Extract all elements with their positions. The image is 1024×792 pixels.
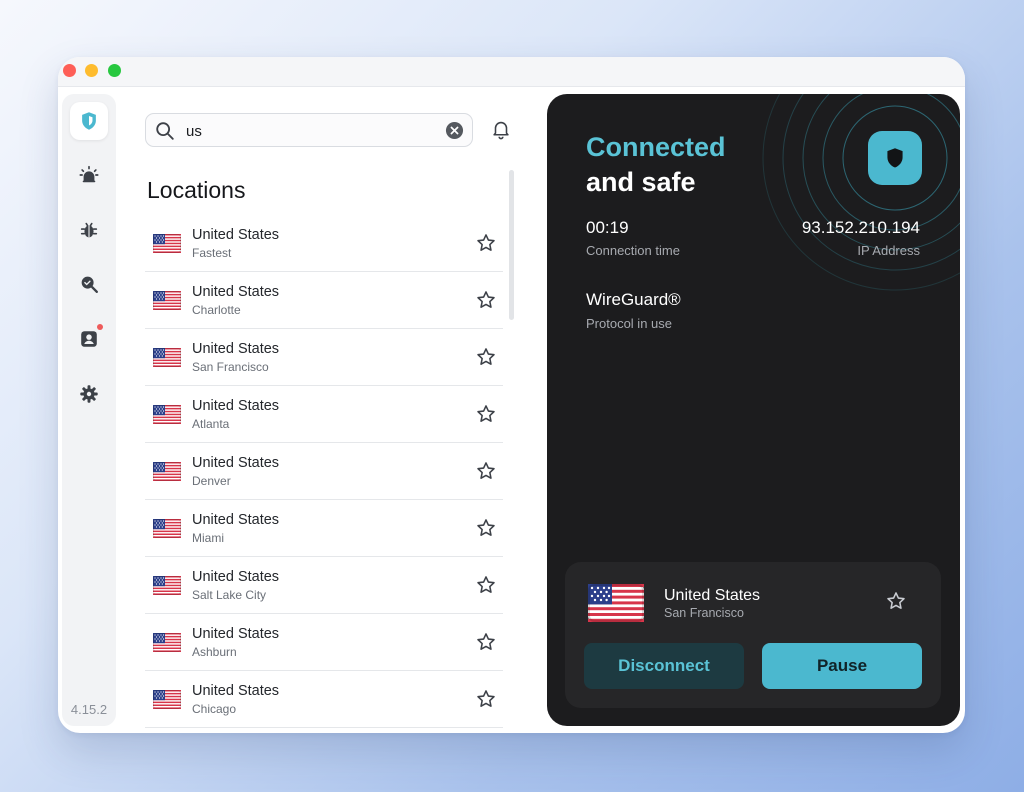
list-scrollbar[interactable]	[509, 170, 514, 320]
sidebar-item-vpn[interactable]	[70, 102, 108, 140]
connection-panel: Connected and safe 00:19 Connection time…	[547, 94, 960, 726]
sidebar-item-alerts[interactable]	[70, 156, 108, 194]
current-location-card: United States San Francisco Disconnect P…	[565, 562, 941, 708]
location-city: Denver	[192, 474, 231, 488]
star-icon[interactable]	[475, 460, 497, 482]
ip-address-label: IP Address	[857, 243, 920, 258]
location-row[interactable]: United States Charlotte	[145, 272, 503, 329]
ip-address-value: 93.152.210.194	[801, 218, 920, 237]
star-icon[interactable]	[475, 631, 497, 653]
location-city: Fastest	[192, 246, 232, 260]
us-flag-icon	[153, 633, 181, 652]
location-country: United States	[192, 683, 280, 699]
us-flag-icon	[153, 519, 181, 538]
location-row[interactable]: United States San Francisco	[145, 329, 503, 386]
location-row[interactable]: United States Chicago	[145, 671, 503, 728]
connection-status-line2: and safe	[586, 167, 696, 197]
location-search	[145, 113, 473, 147]
location-row[interactable]: United States Fastest	[145, 215, 503, 272]
location-row[interactable]: United States Atlanta	[145, 386, 503, 443]
us-flag-icon	[153, 234, 181, 253]
location-country: United States	[192, 569, 280, 585]
pause-button[interactable]: Pause	[762, 643, 922, 689]
bell-icon[interactable]	[490, 118, 512, 140]
alarm-icon	[79, 165, 99, 183]
search-icon	[156, 122, 174, 140]
star-icon[interactable]	[475, 517, 497, 539]
shield-icon	[887, 148, 903, 168]
location-country: United States	[192, 284, 280, 300]
current-country: United States	[664, 587, 761, 604]
star-icon[interactable]	[475, 688, 497, 710]
shield-icon	[82, 112, 96, 130]
us-flag-icon	[153, 348, 181, 367]
current-city: San Francisco	[664, 606, 744, 620]
star-icon[interactable]	[475, 346, 497, 368]
location-country: United States	[192, 455, 280, 471]
location-city: Charlotte	[192, 303, 241, 317]
title-bar	[58, 57, 965, 87]
star-icon[interactable]	[885, 590, 907, 612]
zoom-window-button[interactable]	[108, 64, 121, 77]
location-row[interactable]: United States Ashburn	[145, 614, 503, 671]
connection-time-value: 00:19	[586, 218, 629, 237]
location-city: Ashburn	[192, 645, 237, 659]
clear-search-icon[interactable]	[445, 121, 464, 140]
gear-icon	[80, 385, 98, 403]
location-country: United States	[192, 512, 280, 528]
connection-status-line1: Connected	[586, 132, 726, 162]
locations-heading: Locations	[147, 177, 246, 203]
account-icon	[81, 331, 97, 347]
location-country: United States	[192, 227, 280, 243]
location-row[interactable]: United States Salt Lake City	[145, 557, 503, 614]
location-country: United States	[192, 341, 280, 357]
us-flag-icon	[153, 462, 181, 481]
location-row[interactable]: United States Miami	[145, 500, 503, 557]
sidebar: 4.15.2	[62, 94, 116, 726]
location-country: United States	[192, 626, 280, 642]
star-icon[interactable]	[475, 232, 497, 254]
app-window: 4.15.2 Locations United States Fastest U…	[58, 57, 965, 733]
notification-badge	[97, 324, 103, 330]
location-country: United States	[192, 398, 280, 414]
star-icon[interactable]	[475, 403, 497, 425]
connection-time-label: Connection time	[586, 243, 680, 258]
us-flag-icon	[153, 576, 181, 595]
sidebar-item-settings[interactable]	[70, 375, 108, 413]
location-city: Miami	[192, 531, 224, 545]
protocol-label: Protocol in use	[586, 316, 672, 331]
location-city: San Francisco	[192, 360, 269, 374]
star-icon[interactable]	[475, 289, 497, 311]
us-flag-icon	[588, 584, 644, 622]
sidebar-item-threat-protection[interactable]	[70, 211, 108, 249]
close-window-button[interactable]	[63, 64, 76, 77]
star-icon[interactable]	[475, 574, 497, 596]
location-city: Chicago	[192, 702, 237, 716]
us-flag-icon	[153, 405, 181, 424]
location-city: Atlanta	[192, 417, 230, 431]
disconnect-button[interactable]: Disconnect	[584, 643, 744, 689]
locations-list: United States Fastest United States Char…	[145, 215, 503, 733]
search-shield-icon	[81, 276, 98, 293]
search-input[interactable]	[184, 118, 438, 144]
minimize-window-button[interactable]	[85, 64, 98, 77]
us-flag-icon	[153, 690, 181, 709]
bug-icon	[80, 222, 98, 238]
app-version: 4.15.2	[70, 702, 108, 717]
protocol-value: WireGuard®	[586, 290, 681, 309]
vpn-status-badge	[868, 131, 922, 185]
location-city: Salt Lake City	[192, 588, 267, 602]
sidebar-item-dark-web-monitor[interactable]	[70, 265, 108, 303]
us-flag-icon	[153, 291, 181, 310]
sidebar-item-account[interactable]	[70, 320, 108, 358]
location-row[interactable]: United States Denver	[145, 443, 503, 500]
